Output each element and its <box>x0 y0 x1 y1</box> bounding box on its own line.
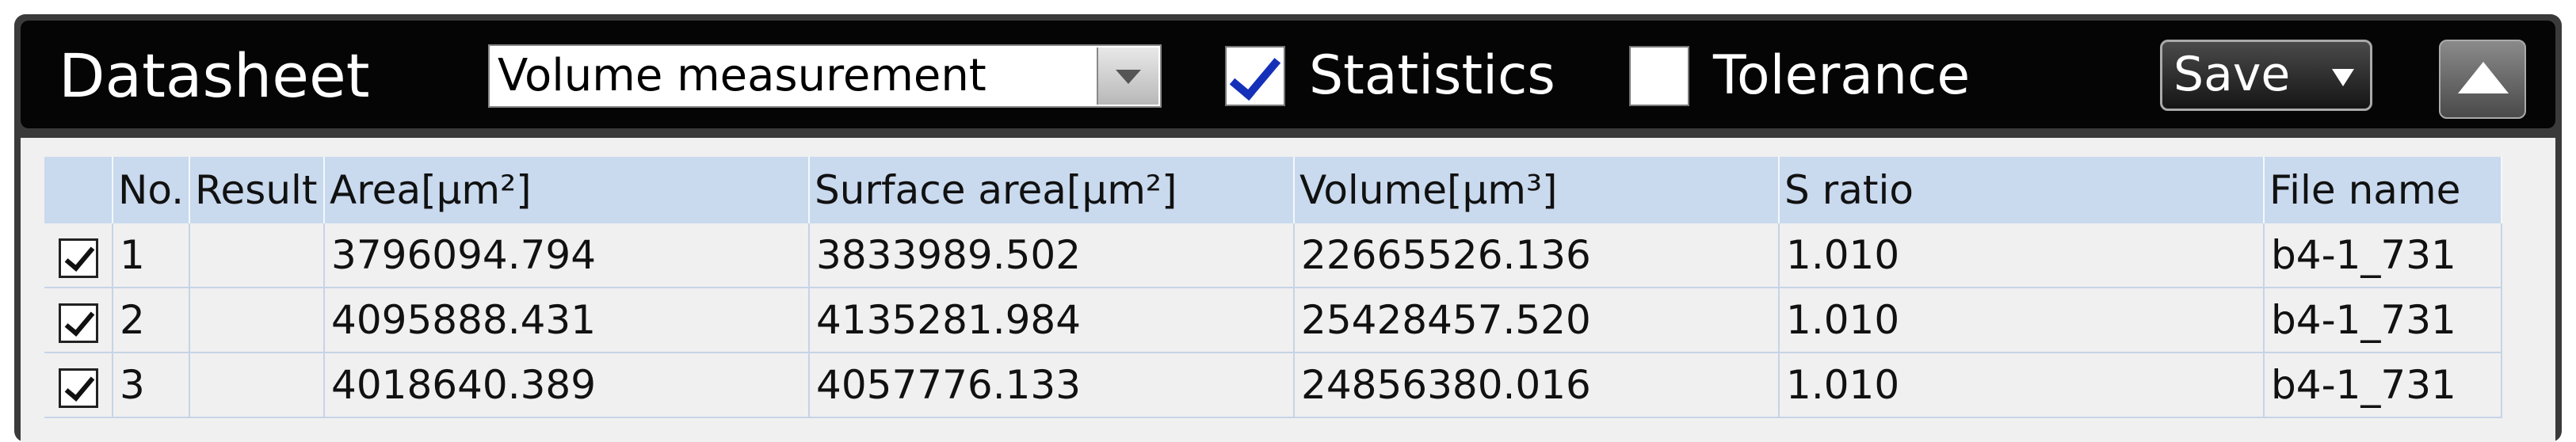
cell-s-ratio: 1.010 <box>1779 223 2265 288</box>
save-button-label: Save <box>2173 47 2291 102</box>
results-table: No. Result Area[μm²] Surface area[μm²] V… <box>44 157 2503 418</box>
measurement-mode-value: Volume measurement <box>498 50 987 101</box>
tolerance-checkbox[interactable] <box>1629 46 1689 106</box>
cell-file-name: b4-1_731 <box>2264 288 2503 353</box>
cell-file-name: b4-1_731 <box>2264 352 2503 418</box>
cell-no: 2 <box>113 288 191 353</box>
measurement-mode-select[interactable]: Volume measurement <box>488 44 1162 108</box>
cell-volume: 25428457.520 <box>1294 288 1780 353</box>
row-select-checkbox[interactable] <box>58 238 98 278</box>
save-button[interactable]: Save <box>2160 40 2372 111</box>
panel-title: Datasheet <box>59 40 370 111</box>
table-row[interactable]: 1 3796094.794 3833989.502 22665526.136 1… <box>44 223 2503 288</box>
column-header-volume[interactable]: Volume[μm³] <box>1294 157 1780 223</box>
column-header-file-name[interactable]: File name <box>2264 157 2503 223</box>
row-select-checkbox[interactable] <box>58 368 98 408</box>
cell-area: 4095888.431 <box>324 288 811 353</box>
tolerance-label[interactable]: Tolerance <box>1713 44 1970 108</box>
collapse-panel-button[interactable] <box>2439 40 2526 119</box>
cell-volume: 24856380.016 <box>1294 352 1780 418</box>
statistics-label[interactable]: Statistics <box>1309 44 1555 108</box>
cell-volume: 22665526.136 <box>1294 223 1780 288</box>
cell-surface-area: 4057776.133 <box>809 352 1296 418</box>
cell-s-ratio: 1.010 <box>1779 352 2265 418</box>
cell-surface-area: 4135281.984 <box>809 288 1296 353</box>
cell-file-name: b4-1_731 <box>2264 223 2503 288</box>
cell-result <box>189 288 326 353</box>
results-grid: No. Result Area[μm²] Surface area[μm²] V… <box>21 138 2555 442</box>
cell-surface-area: 3833989.502 <box>809 223 1296 288</box>
column-header-s-ratio[interactable]: S ratio <box>1779 157 2265 223</box>
table-row[interactable]: 2 4095888.431 4135281.984 25428457.520 1… <box>44 288 2503 353</box>
column-header-select[interactable] <box>44 157 113 223</box>
column-header-result[interactable]: Result <box>189 157 326 223</box>
cell-result <box>189 223 326 288</box>
statistics-checkbox[interactable] <box>1225 46 1285 106</box>
cell-result <box>189 352 326 418</box>
table-header-row: No. Result Area[μm²] Surface area[μm²] V… <box>44 157 2503 223</box>
chevron-down-icon[interactable] <box>1097 48 1158 105</box>
row-select-cell[interactable] <box>44 223 113 288</box>
column-header-area[interactable]: Area[μm²] <box>324 157 811 223</box>
cell-s-ratio: 1.010 <box>1779 288 2265 353</box>
cell-no: 3 <box>113 352 191 418</box>
column-header-surface-area[interactable]: Surface area[μm²] <box>809 157 1296 223</box>
table-row[interactable]: 3 4018640.389 4057776.133 24856380.016 1… <box>44 352 2503 418</box>
datasheet-panel: Datasheet Volume measurement Statistics … <box>14 14 2562 442</box>
cell-area: 3796094.794 <box>324 223 811 288</box>
dropdown-arrow-icon <box>2332 69 2354 86</box>
column-header-no[interactable]: No. <box>113 157 191 223</box>
row-select-cell[interactable] <box>44 288 113 353</box>
datasheet-toolbar: Datasheet Volume measurement Statistics … <box>21 21 2555 128</box>
cell-no: 1 <box>113 223 191 288</box>
cell-area: 4018640.389 <box>324 352 811 418</box>
row-select-cell[interactable] <box>44 352 113 418</box>
row-select-checkbox[interactable] <box>58 303 98 343</box>
